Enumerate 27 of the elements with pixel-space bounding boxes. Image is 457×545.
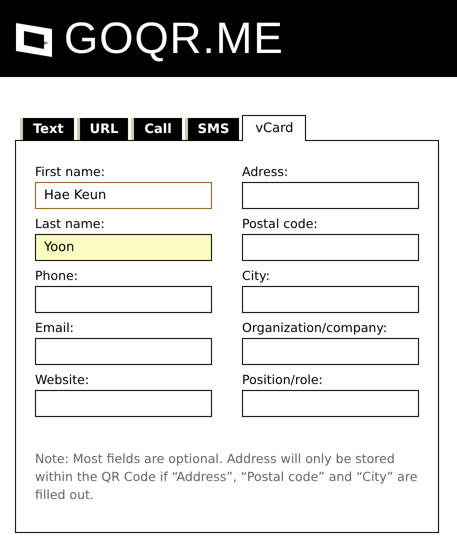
field-label: Adress:: [242, 164, 290, 181]
input-field[interactable]: [35, 338, 212, 365]
input-field[interactable]: [242, 390, 419, 417]
tab[interactable]: Call: [131, 118, 182, 140]
field-label: Phone:: [35, 268, 79, 285]
input-field[interactable]: Hae Keun: [35, 182, 212, 209]
input-field[interactable]: [242, 234, 419, 261]
field-label: Position/role:: [242, 372, 324, 389]
input-field[interactable]: [35, 390, 212, 417]
tab[interactable]: URL: [76, 118, 128, 140]
field-label: Last name:: [35, 216, 106, 233]
input-field[interactable]: [242, 338, 419, 365]
logo-text: GOQR.ME: [64, 14, 284, 64]
field-label: City:: [242, 268, 271, 285]
tab[interactable]: vCard: [242, 115, 306, 141]
note-text: Note: Most fields are optional. Address will only be stored within the QR Code if “Address”, “Postal code” and “City” are filled out.: [35, 450, 418, 504]
field-label: First name:: [35, 164, 106, 181]
input-field[interactable]: [242, 182, 419, 209]
tab[interactable]: Text: [20, 118, 74, 140]
field-label: Postal code:: [242, 216, 319, 233]
input-field[interactable]: [242, 286, 419, 313]
input-field[interactable]: [35, 286, 212, 313]
field-label: Organization/company:: [242, 320, 388, 337]
field-label: Email:: [35, 320, 75, 337]
tab[interactable]: SMS: [184, 118, 240, 140]
input-field[interactable]: Yoon: [35, 234, 212, 261]
field-label: Website:: [35, 372, 90, 389]
